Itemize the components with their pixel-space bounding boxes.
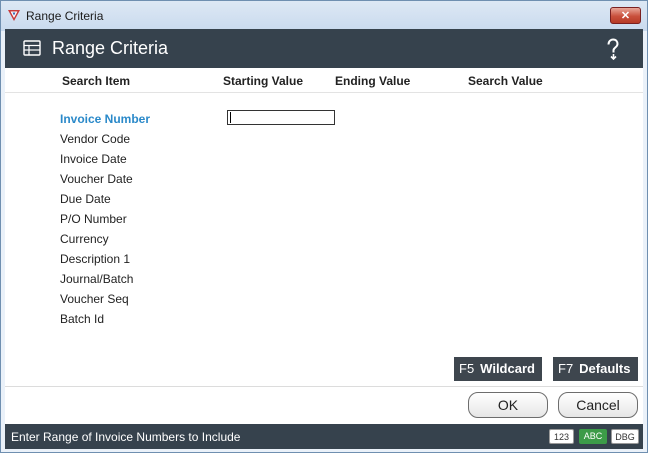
status-text: Enter Range of Invoice Numbers to Includ… xyxy=(11,430,241,444)
debug-mode-badge: DBG xyxy=(611,429,639,444)
column-header-divider xyxy=(5,92,643,93)
range-criteria-window: Range Criteria ✕ Range Criteria Search I… xyxy=(0,0,648,453)
numeric-mode-badge: 123 xyxy=(549,429,574,444)
title-bar: Range Criteria ✕ xyxy=(1,1,647,31)
defaults-button[interactable]: F7 Defaults xyxy=(553,357,638,381)
page-title: Range Criteria xyxy=(52,38,169,58)
dialog-client-area: Range Criteria Search Item Starting Valu… xyxy=(5,29,643,449)
table-icon xyxy=(23,40,41,56)
dialog-header: Range Criteria xyxy=(5,29,643,68)
col-header-search-value: Search Value xyxy=(468,74,543,88)
search-item-journal-batch[interactable]: Journal/Batch xyxy=(60,272,133,286)
search-item-vendor-code[interactable]: Vendor Code xyxy=(60,132,130,146)
search-item-invoice-number[interactable]: Invoice Number xyxy=(60,112,150,126)
col-header-ending-value: Ending Value xyxy=(335,74,411,88)
close-button[interactable]: ✕ xyxy=(610,7,641,24)
starting-value-input[interactable] xyxy=(227,110,335,125)
search-item-due-date[interactable]: Due Date xyxy=(60,192,111,206)
text-caret xyxy=(230,112,231,123)
col-header-starting-value: Starting Value xyxy=(223,74,304,88)
col-header-search-item: Search Item xyxy=(62,74,131,88)
defaults-key: F7 xyxy=(558,361,574,376)
search-item-voucher-date[interactable]: Voucher Date xyxy=(60,172,133,186)
defaults-label: Defaults xyxy=(579,361,631,376)
help-icon[interactable] xyxy=(605,38,621,60)
wildcard-key: F5 xyxy=(459,361,475,376)
window-title: Range Criteria xyxy=(26,9,104,23)
button-row-divider xyxy=(5,386,643,387)
cancel-button[interactable]: Cancel xyxy=(558,392,638,418)
search-item-po-number[interactable]: P/O Number xyxy=(60,212,127,226)
status-bar: Enter Range of Invoice Numbers to Includ… xyxy=(5,424,643,449)
search-item-currency[interactable]: Currency xyxy=(60,232,109,246)
close-icon: ✕ xyxy=(620,10,631,22)
ok-button[interactable]: OK xyxy=(468,392,548,418)
wildcard-button[interactable]: F5 Wildcard xyxy=(454,357,542,381)
alpha-mode-badge: ABC xyxy=(579,429,607,444)
search-item-voucher-seq[interactable]: Voucher Seq xyxy=(60,292,129,306)
wildcard-label: Wildcard xyxy=(480,361,535,376)
search-item-description-1[interactable]: Description 1 xyxy=(60,252,130,266)
search-item-invoice-date[interactable]: Invoice Date xyxy=(60,152,127,166)
search-item-batch-id[interactable]: Batch Id xyxy=(60,312,104,326)
app-logo-icon xyxy=(8,10,20,21)
